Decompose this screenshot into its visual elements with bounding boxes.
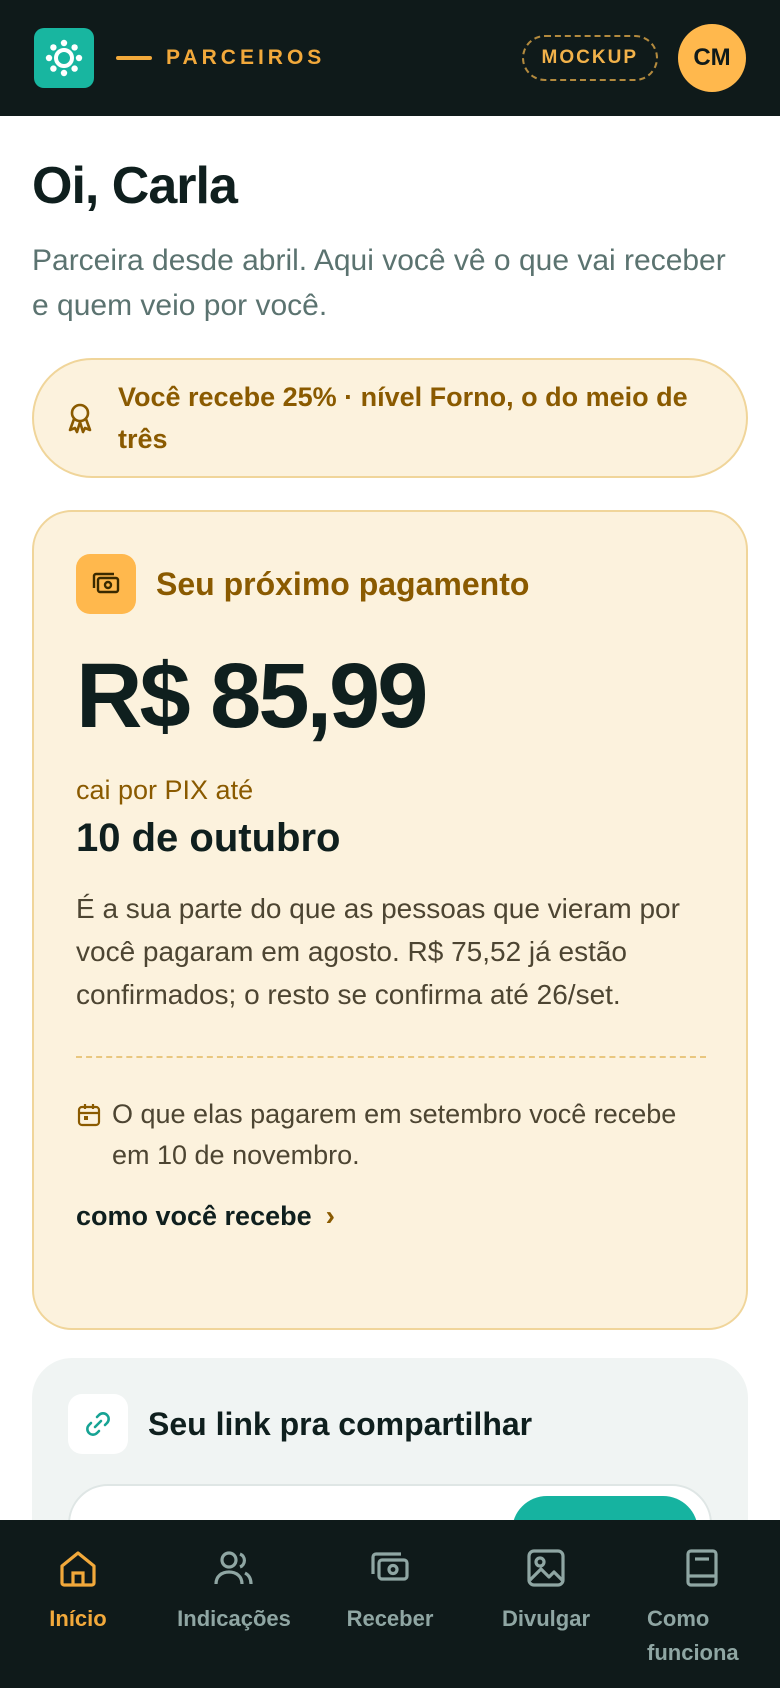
nav-item-receber[interactable]: Receber bbox=[312, 1546, 468, 1688]
note-text: O que elas pagarem em setembro você rece… bbox=[112, 1099, 677, 1170]
calendar-icon bbox=[77, 1104, 101, 1127]
next-cycle-note: O que elas pagarem em setembro você rece… bbox=[76, 1094, 706, 1176]
tier-badge: Você recebe 25% · nível Forno, o do meio… bbox=[32, 358, 748, 478]
link-icon bbox=[68, 1394, 128, 1454]
tier-text: Você recebe 25% · nível Forno, o do meio… bbox=[118, 382, 688, 454]
cash-icon bbox=[76, 554, 136, 614]
app-logo[interactable] bbox=[34, 28, 94, 88]
nav-label: Início bbox=[49, 1606, 107, 1631]
how-you-receive-link[interactable]: como você recebe › bbox=[76, 1200, 706, 1232]
avatar[interactable]: CM bbox=[678, 24, 746, 92]
mockup-badge: MOCKUP bbox=[521, 35, 658, 81]
nav-label: Indicações bbox=[177, 1606, 291, 1631]
brand-title: PARCEIROS bbox=[166, 46, 326, 69]
nav-label: Receber bbox=[346, 1606, 434, 1631]
payment-description: É a sua parte do que as pessoas que vier… bbox=[76, 893, 680, 1010]
home-icon bbox=[60, 1551, 96, 1587]
payment-title: Seu próximo pagamento bbox=[156, 565, 530, 602]
chevron-right-icon: › bbox=[325, 1200, 335, 1231]
users-icon bbox=[214, 1551, 253, 1585]
payment-header: Seu próximo pagamento bbox=[76, 554, 706, 614]
share-title: Seu link pra compartilhar bbox=[148, 1405, 533, 1442]
logo-icon bbox=[45, 39, 83, 77]
greeting-section: Oi, Carla Parceira desde abril. Aqui voc… bbox=[32, 156, 742, 328]
due-date: 10 de outubro bbox=[76, 816, 341, 860]
due-label: cai por PIX até bbox=[76, 775, 254, 805]
brand-dash bbox=[116, 56, 152, 60]
nav-item-divulgar[interactable]: Divulgar bbox=[468, 1546, 624, 1688]
nav-item-como-funciona[interactable]: Como funciona bbox=[624, 1546, 780, 1688]
nav-item-inicio[interactable]: Início bbox=[0, 1546, 156, 1688]
image-icon bbox=[527, 1549, 565, 1587]
top-bar: PARCEIROS MOCKUP CM bbox=[0, 0, 780, 116]
cash-icon bbox=[371, 1552, 409, 1581]
next-payment-card: Seu próximo pagamento R$ 85,99 cai por P… bbox=[32, 510, 748, 1330]
nav-label: Divulgar bbox=[501, 1606, 591, 1631]
nav-label: Como funciona bbox=[647, 1606, 739, 1665]
payment-amount: R$ 85,99 bbox=[76, 645, 428, 747]
how-link-label: como você recebe bbox=[76, 1200, 312, 1231]
dashed-divider bbox=[76, 1056, 706, 1058]
bottom-nav: Início Indicações Receber Divulgar Como … bbox=[0, 1520, 780, 1688]
nav-item-indicacoes[interactable]: Indicações bbox=[156, 1546, 312, 1688]
award-icon bbox=[68, 403, 92, 434]
page-subtitle: Parceira desde abril. Aqui você vê o que… bbox=[32, 244, 726, 322]
page-title: Oi, Carla bbox=[32, 157, 238, 215]
share-header: Seu link pra compartilhar bbox=[68, 1394, 712, 1454]
book-icon bbox=[686, 1549, 718, 1587]
